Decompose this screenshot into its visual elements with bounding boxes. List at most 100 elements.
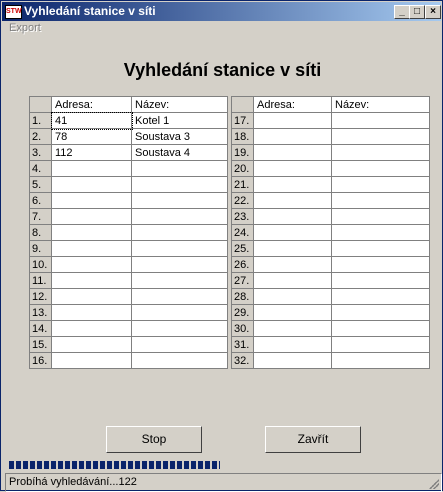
menu-export[interactable]: Export bbox=[9, 22, 41, 34]
table-row[interactable]: 22. bbox=[231, 192, 430, 209]
table-row[interactable]: 10. bbox=[29, 256, 228, 273]
address-cell[interactable] bbox=[253, 160, 332, 177]
name-cell[interactable] bbox=[331, 272, 430, 289]
table-row[interactable]: 16. bbox=[29, 352, 228, 369]
address-cell[interactable] bbox=[51, 160, 132, 177]
name-cell[interactable] bbox=[331, 288, 430, 305]
table-row[interactable]: 31. bbox=[231, 336, 430, 353]
close-button[interactable]: Zavřít bbox=[265, 426, 361, 453]
name-cell[interactable] bbox=[331, 240, 430, 257]
address-cell[interactable] bbox=[51, 256, 132, 273]
address-cell[interactable] bbox=[253, 208, 332, 225]
address-cell[interactable] bbox=[253, 112, 332, 129]
address-cell[interactable] bbox=[253, 240, 332, 257]
table-row[interactable]: 23. bbox=[231, 208, 430, 225]
table-row[interactable]: 2. 78 Soustava 3 bbox=[29, 128, 228, 145]
table-row[interactable]: 24. bbox=[231, 224, 430, 241]
name-cell[interactable] bbox=[331, 176, 430, 193]
address-cell[interactable]: 112 bbox=[51, 144, 132, 161]
name-cell[interactable]: Soustava 4 bbox=[131, 144, 228, 161]
name-cell[interactable] bbox=[131, 320, 228, 337]
table-row[interactable]: 8. bbox=[29, 224, 228, 241]
resize-grip-icon[interactable] bbox=[429, 479, 439, 489]
address-cell[interactable] bbox=[51, 240, 132, 257]
table-row[interactable]: 4. bbox=[29, 160, 228, 177]
name-cell[interactable] bbox=[131, 224, 228, 241]
address-cell[interactable] bbox=[253, 272, 332, 289]
table-row[interactable]: 18. bbox=[231, 128, 430, 145]
address-cell[interactable] bbox=[51, 320, 132, 337]
close-window-button[interactable]: × bbox=[425, 5, 441, 19]
table-row[interactable]: 20. bbox=[231, 160, 430, 177]
name-cell[interactable] bbox=[131, 336, 228, 353]
table-row[interactable]: 25. bbox=[231, 240, 430, 257]
address-cell[interactable] bbox=[51, 336, 132, 353]
table-row[interactable]: 7. bbox=[29, 208, 228, 225]
table-row[interactable]: 11. bbox=[29, 272, 228, 289]
table-row[interactable]: 26. bbox=[231, 256, 430, 273]
address-cell[interactable] bbox=[253, 288, 332, 305]
maximize-button[interactable]: □ bbox=[409, 5, 425, 19]
address-cell[interactable] bbox=[253, 336, 332, 353]
title-bar[interactable]: STW Vyhledání stanice v síti _ □ × bbox=[2, 2, 441, 21]
address-cell[interactable] bbox=[51, 208, 132, 225]
address-cell[interactable] bbox=[253, 256, 332, 273]
table-row[interactable]: 29. bbox=[231, 304, 430, 321]
address-cell[interactable] bbox=[253, 128, 332, 145]
table-row[interactable]: 17. bbox=[231, 112, 430, 129]
address-cell[interactable] bbox=[51, 352, 132, 369]
address-cell[interactable] bbox=[51, 176, 132, 193]
name-cell[interactable] bbox=[131, 160, 228, 177]
table-row[interactable]: 6. bbox=[29, 192, 228, 209]
name-cell[interactable] bbox=[131, 256, 228, 273]
table-row[interactable]: 3. 112 Soustava 4 bbox=[29, 144, 228, 161]
name-cell[interactable] bbox=[131, 176, 228, 193]
table-row[interactable]: 27. bbox=[231, 272, 430, 289]
name-cell[interactable] bbox=[331, 144, 430, 161]
table-row[interactable]: 28. bbox=[231, 288, 430, 305]
name-cell[interactable] bbox=[331, 160, 430, 177]
address-cell[interactable] bbox=[51, 192, 132, 209]
table-row[interactable]: 9. bbox=[29, 240, 228, 257]
address-cell[interactable] bbox=[253, 192, 332, 209]
name-cell[interactable] bbox=[331, 304, 430, 321]
name-cell[interactable] bbox=[131, 304, 228, 321]
address-cell[interactable]: 78 bbox=[51, 128, 132, 145]
address-cell[interactable] bbox=[51, 272, 132, 289]
name-cell[interactable] bbox=[331, 320, 430, 337]
address-cell[interactable] bbox=[51, 304, 132, 321]
table-row[interactable]: 12. bbox=[29, 288, 228, 305]
table-row[interactable]: 15. bbox=[29, 336, 228, 353]
table-row[interactable]: 13. bbox=[29, 304, 228, 321]
address-cell[interactable] bbox=[51, 288, 132, 305]
name-cell[interactable] bbox=[331, 256, 430, 273]
stop-button[interactable]: Stop bbox=[106, 426, 202, 453]
name-cell[interactable] bbox=[331, 352, 430, 369]
address-cell[interactable] bbox=[253, 304, 332, 321]
address-cell[interactable] bbox=[51, 224, 132, 241]
name-cell[interactable] bbox=[331, 224, 430, 241]
name-cell[interactable] bbox=[131, 208, 228, 225]
table-row[interactable]: 5. bbox=[29, 176, 228, 193]
name-cell[interactable] bbox=[131, 288, 228, 305]
name-cell[interactable] bbox=[131, 192, 228, 209]
name-cell[interactable]: Kotel 1 bbox=[131, 112, 228, 129]
table-row[interactable]: 19. bbox=[231, 144, 430, 161]
address-cell[interactable] bbox=[253, 176, 332, 193]
name-cell[interactable] bbox=[131, 272, 228, 289]
name-cell[interactable] bbox=[331, 336, 430, 353]
address-cell[interactable] bbox=[253, 320, 332, 337]
minimize-button[interactable]: _ bbox=[394, 5, 410, 19]
address-cell[interactable] bbox=[253, 224, 332, 241]
name-cell[interactable] bbox=[131, 240, 228, 257]
address-cell[interactable] bbox=[253, 144, 332, 161]
name-cell[interactable] bbox=[331, 128, 430, 145]
name-cell[interactable] bbox=[331, 192, 430, 209]
name-cell[interactable]: Soustava 3 bbox=[131, 128, 228, 145]
address-cell[interactable] bbox=[253, 352, 332, 369]
name-cell[interactable] bbox=[331, 208, 430, 225]
address-cell[interactable]: 41 bbox=[50, 111, 133, 130]
table-row[interactable]: 1. 41 Kotel 1 bbox=[29, 111, 228, 130]
table-row[interactable]: 21. bbox=[231, 176, 430, 193]
table-row[interactable]: 30. bbox=[231, 320, 430, 337]
